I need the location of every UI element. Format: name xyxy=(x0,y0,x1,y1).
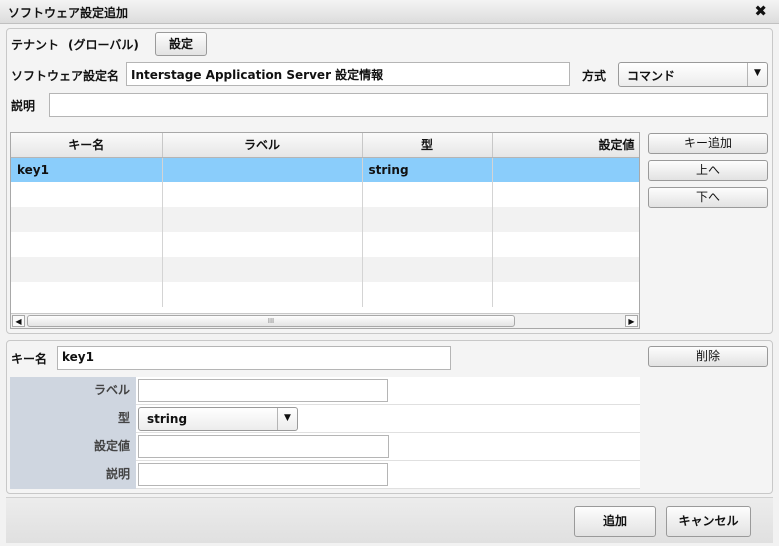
dialog-footer: 追加 キャンセル xyxy=(6,497,773,543)
table-row[interactable]: key1 string xyxy=(11,157,639,182)
tenant-label: テナント xyxy=(11,38,60,52)
field-value-label: 設定値 xyxy=(10,433,136,461)
chevron-down-icon[interactable]: ▼ xyxy=(747,63,767,86)
method-label: 方式 xyxy=(582,69,607,83)
empty-row xyxy=(11,232,639,257)
title-bar: ソフトウェア設定追加 ✖ xyxy=(0,0,779,24)
description-label: 説明 xyxy=(11,99,36,113)
cancel-button[interactable]: キャンセル xyxy=(666,506,751,537)
add-button[interactable]: 追加 xyxy=(574,506,656,537)
empty-row xyxy=(11,207,639,232)
cell-label xyxy=(162,157,363,182)
tenant-settings-button[interactable]: 設定 xyxy=(155,32,207,56)
detail-row-value: 設定値 xyxy=(10,433,640,461)
scroll-right-icon[interactable]: ▶ xyxy=(625,315,638,327)
horizontal-scrollbar[interactable]: ◀ III ▶ xyxy=(11,313,639,328)
type-select-value: string xyxy=(147,412,188,426)
detail-row-label: ラベル xyxy=(10,377,640,405)
close-icon[interactable]: ✖ xyxy=(754,2,767,20)
scroll-left-icon[interactable]: ◀ xyxy=(12,315,25,327)
move-up-button[interactable]: 上へ xyxy=(648,160,768,181)
dialog-title: ソフトウェア設定追加 xyxy=(8,6,129,20)
column-header-key[interactable]: キー名 xyxy=(11,133,163,158)
key-description-field[interactable] xyxy=(138,463,388,486)
software-settings-dialog: ソフトウェア設定追加 ✖ テナント (グローバル) 設定 ソフトウェア設定名 I… xyxy=(0,0,779,546)
type-select[interactable]: string ▼ xyxy=(138,407,298,431)
column-header-type[interactable]: 型 xyxy=(362,133,493,158)
field-type-label: 型 xyxy=(10,405,136,433)
setting-value-field[interactable] xyxy=(138,435,389,458)
software-name-label: ソフトウェア設定名 xyxy=(11,69,120,83)
method-select-value: コマンド xyxy=(627,69,676,83)
cell-value xyxy=(492,157,639,182)
grid-header: キー名 ラベル 型 設定値 xyxy=(11,133,639,158)
detail-row-description: 説明 xyxy=(10,461,640,489)
scrollbar-thumb[interactable]: III xyxy=(27,315,515,327)
key-detail-form: ラベル 型 string ▼ 設定値 説明 xyxy=(10,377,640,489)
cell-key: key1 xyxy=(11,157,163,182)
column-header-value[interactable]: 設定値 xyxy=(492,133,639,158)
column-header-label[interactable]: ラベル xyxy=(162,133,363,158)
delete-button[interactable]: 削除 xyxy=(648,346,768,367)
empty-row xyxy=(11,182,639,207)
move-down-button[interactable]: 下へ xyxy=(648,187,768,208)
add-key-button[interactable]: キー追加 xyxy=(648,133,768,154)
empty-row xyxy=(11,282,639,307)
key-grid: キー名 ラベル 型 設定値 key1 string ◀ III ▶ xyxy=(10,132,640,329)
cell-type: string xyxy=(362,157,493,182)
label-field[interactable] xyxy=(138,379,388,402)
method-select[interactable]: コマンド ▼ xyxy=(618,62,768,87)
tenant-value: (グローバル) xyxy=(68,38,139,52)
description-field[interactable] xyxy=(49,93,768,117)
empty-row xyxy=(11,257,639,282)
key-name-field[interactable]: key1 xyxy=(57,346,451,370)
field-desc-label: 説明 xyxy=(10,461,136,489)
software-name-field[interactable]: Interstage Application Server 設定情報 xyxy=(126,62,570,86)
key-name-label: キー名 xyxy=(11,352,48,366)
detail-row-type: 型 string ▼ xyxy=(10,405,640,433)
field-label-label: ラベル xyxy=(10,377,136,405)
chevron-down-icon[interactable]: ▼ xyxy=(277,408,297,430)
